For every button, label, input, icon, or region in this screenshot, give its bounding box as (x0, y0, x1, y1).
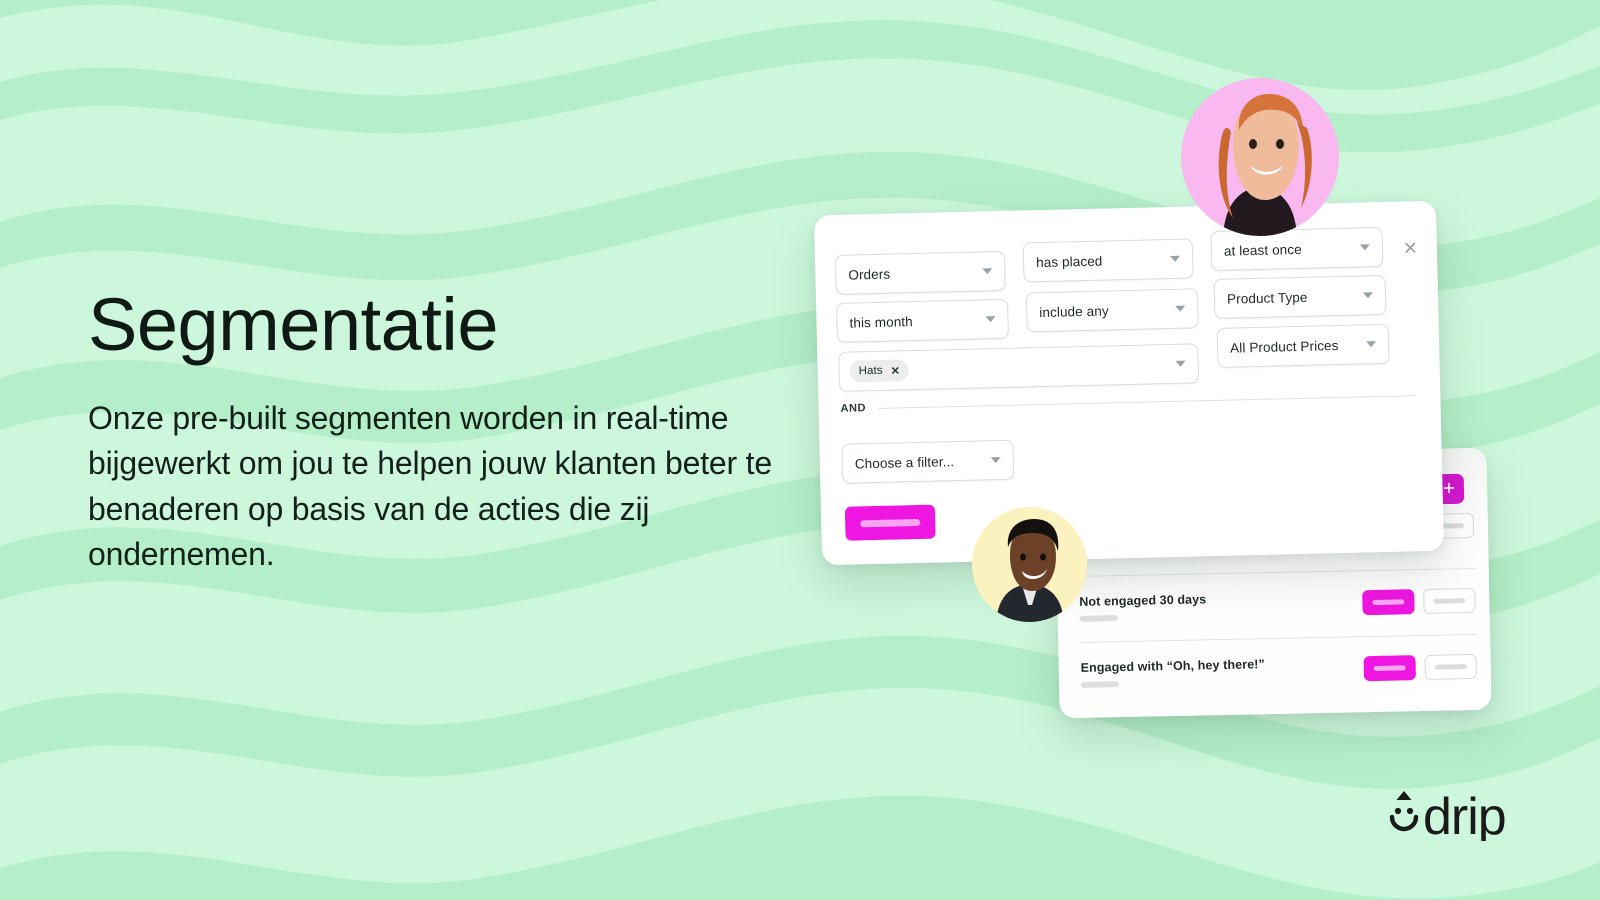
dropdown-at-least-once[interactable]: at least once (1210, 226, 1384, 272)
chevron-down-icon (1175, 305, 1186, 312)
tag-list: Hats ✕ (849, 353, 1167, 383)
dropdown-value: All Product Prices (1230, 337, 1339, 356)
dropdown-this-month[interactable]: this month (836, 298, 1009, 343)
dropdown-include-any[interactable]: include any (1025, 288, 1199, 333)
chevron-down-icon (982, 268, 993, 275)
and-separator: AND (840, 389, 1417, 415)
save-segment-button[interactable] (844, 504, 936, 541)
chevron-down-icon (1362, 292, 1374, 299)
chevron-down-icon (985, 316, 996, 323)
dropdown-all-product-prices[interactable]: All Product Prices (1216, 323, 1390, 368)
primary-action-button[interactable] (1362, 588, 1415, 615)
dropdown-value: at least once (1223, 241, 1302, 259)
chevron-down-icon (1170, 255, 1181, 262)
secondary-action-button[interactable] (1424, 653, 1477, 680)
filter-builder-card: Orders has placed at least once this mon… (813, 200, 1445, 566)
chevron-down-icon (1366, 341, 1377, 348)
promo-graphic: Segmentatie Onze pre-built segmenten wor… (0, 0, 1600, 900)
copy-block: Segmentatie Onze pre-built segmenten wor… (88, 288, 778, 578)
dropdown-value: include any (1039, 302, 1109, 320)
page-title: Segmentatie (88, 283, 499, 366)
drip-logo: drip (1389, 789, 1507, 841)
and-label: AND (840, 402, 867, 415)
avatar-woman-red-hair (1181, 78, 1339, 236)
list-item-actions (1363, 653, 1477, 681)
dropdown-has-placed[interactable]: has placed (1022, 238, 1194, 283)
dropdown-product-type[interactable]: Product Type (1213, 274, 1387, 319)
dropdown-value: has placed (1035, 253, 1103, 270)
list-item-subtitle-placeholder (1079, 614, 1118, 622)
dropdown-value: Orders (848, 266, 891, 283)
body-copy: Onze pre-built segmenten worden in real-… (88, 400, 772, 573)
list-item[interactable]: Engaged with “Oh, hey there!” (1080, 633, 1478, 705)
secondary-action-button[interactable] (1423, 587, 1476, 614)
tag-remove-icon[interactable]: ✕ (891, 364, 901, 377)
close-icon[interactable]: ✕ (1403, 238, 1419, 258)
dropdown-value: Product Type (1226, 289, 1308, 307)
list-item-actions (1362, 587, 1476, 615)
drip-droplet-smiley-icon (1389, 791, 1419, 832)
chevron-down-icon (1359, 244, 1370, 251)
drip-wordmark: drip (1423, 789, 1507, 841)
chevron-down-icon (1175, 360, 1186, 367)
list-item-title: Engaged with “Oh, hey there!” (1080, 656, 1265, 675)
primary-action-button[interactable] (1363, 654, 1416, 681)
dropdown-value: this month (849, 313, 913, 331)
tag-multiselect[interactable]: Hats ✕ (838, 343, 1200, 392)
tag-chip-hats[interactable]: Hats ✕ (849, 359, 910, 383)
divider (878, 394, 1417, 409)
dropdown-orders[interactable]: Orders (834, 250, 1006, 295)
list-item[interactable]: Not engaged 30 days (1078, 567, 1477, 639)
avatar-man-dark-blazer (972, 507, 1087, 622)
avatar-illustration (1181, 78, 1339, 236)
chevron-down-icon (990, 457, 1001, 464)
tag-chip-label: Hats (858, 364, 883, 378)
list-item-title: Not engaged 30 days (1079, 591, 1207, 609)
dropdown-value: Choose a filter... (854, 453, 955, 471)
avatar-illustration (972, 507, 1087, 622)
svg-text:drip: drip (1423, 789, 1506, 841)
dropdown-choose-a-filter[interactable]: Choose a filter... (841, 439, 1015, 484)
list-item-subtitle-placeholder (1080, 680, 1120, 688)
